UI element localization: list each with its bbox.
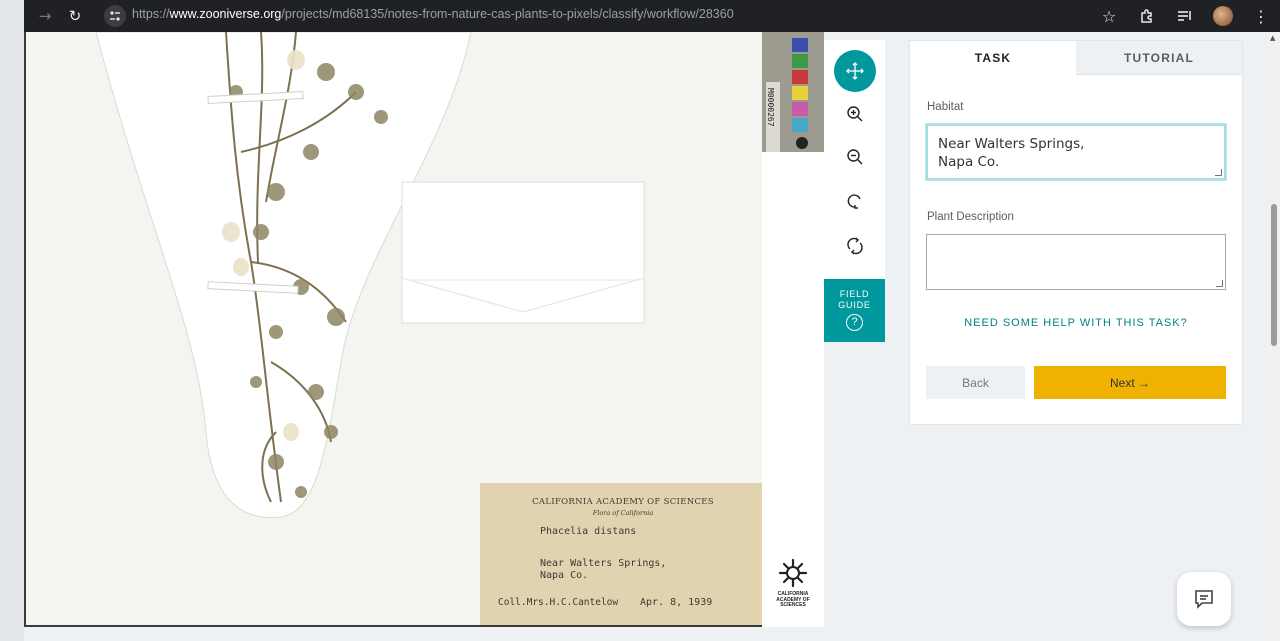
plant-description-field[interactable] [926,234,1226,290]
barcode-number: M0000267 [766,88,775,127]
url-prefix: https:// [132,7,170,21]
habitat-field[interactable]: Near Walters Springs, Napa Co. [926,124,1226,180]
forward-arrow-icon[interactable]: → [30,0,60,32]
scroll-up-arrow-icon[interactable]: ▲ [1270,34,1275,42]
task-panel: TASK TUTORIAL Habitat Near Walters Sprin… [909,40,1243,425]
help-link[interactable]: NEED SOME HELP WITH THIS TASK? [910,317,1242,329]
chat-icon [1195,590,1213,609]
feedback-chat-button[interactable] [1177,572,1231,626]
panel-tabs: TASK TUTORIAL [910,41,1242,75]
swatch-yellow [792,86,808,100]
specimen-image[interactable]: CALIFORNIA ACADEMY OF SCIENCES Flora of … [24,32,764,627]
zoom-out-icon [847,149,863,165]
tab-tutorial[interactable]: TUTORIAL [1076,41,1242,75]
field-guide-line1: FIELD [839,289,870,299]
extensions-icon[interactable] [1128,0,1166,32]
label-flora: Flora of California [592,509,654,517]
field-guide-label: FIELD GUIDE [824,289,885,311]
move-icon [846,62,864,80]
label-date: Apr. 8, 1939 [640,597,713,608]
left-margin [0,0,24,641]
zoom-in-button[interactable] [834,93,876,135]
cas-logo-text: CALIFORNIA ACADEMY OF SCIENCES [776,591,810,608]
label-species: Phacelia distans [540,526,637,537]
habitat-value-line2: Napa Co. [938,154,1000,170]
swatch-cyan [792,118,808,132]
calibration-dot [796,137,808,149]
bookmark-star-icon[interactable]: ☆ [1090,0,1128,32]
next-button[interactable]: Next → [1034,366,1226,399]
label-collector: Coll.Mrs.H.C.Cantelow [498,597,619,608]
tab-task[interactable]: TASK [910,41,1076,75]
question-icon: ? [846,314,863,331]
color-calibration-bar: M0000267 [762,32,824,152]
logo-area: CALIFORNIA ACADEMY OF SCIENCES [762,152,824,627]
reload-icon[interactable]: ↻ [60,0,90,32]
scrollbar-thumb[interactable] [1271,204,1277,346]
media-queue-icon[interactable] [1166,0,1204,32]
browser-toolbar: ← → ↻ https://www.zooniverse.org/project… [0,0,1280,32]
plant-description-label: Plant Description [927,211,1014,223]
resize-handle[interactable] [1215,169,1222,176]
page-scrollbar[interactable]: ▲ [1268,32,1280,641]
rotate-button[interactable] [834,180,876,222]
url-domain: www.zooniverse.org [169,7,282,21]
reset-view-button[interactable] [834,225,876,267]
reset-icon [847,237,863,255]
site-info-icon[interactable] [104,5,126,27]
swatch-green [792,54,808,68]
menu-dots-icon[interactable]: ⋮ [1242,0,1280,32]
profile-avatar[interactable] [1204,0,1242,32]
zoom-out-button[interactable] [834,136,876,178]
swatch-red [792,70,808,84]
cas-logo-icon [778,558,808,588]
resize-handle[interactable] [1216,280,1223,287]
swatch-blue [792,38,808,52]
habitat-label: Habitat [927,101,964,113]
back-button[interactable]: Back [926,366,1025,399]
viewer-toolbar [824,40,885,279]
specimen-label: CALIFORNIA ACADEMY OF SCIENCES Flora of … [480,483,764,625]
zoom-in-icon [847,106,863,122]
label-locality-line2: Napa Co. [540,570,589,581]
habitat-value-line1: Near Walters Springs, [938,136,1085,152]
label-locality-line1: Near Walters Springs, [540,558,667,569]
rotate-icon [847,194,861,209]
url-path: /projects/md68135/notes-from-nature-cas-… [281,7,734,21]
label-institution: CALIFORNIA ACADEMY OF SCIENCES [532,497,714,507]
move-tool-button[interactable] [834,50,876,92]
address-bar[interactable]: https://www.zooniverse.org/projects/md68… [132,7,734,21]
label-locality: Near Walters Springs, Napa Co. [540,558,666,582]
swatch-magenta [792,102,808,116]
field-guide-button[interactable]: FIELD GUIDE ? [824,279,885,342]
field-guide-line2: GUIDE [838,300,871,310]
